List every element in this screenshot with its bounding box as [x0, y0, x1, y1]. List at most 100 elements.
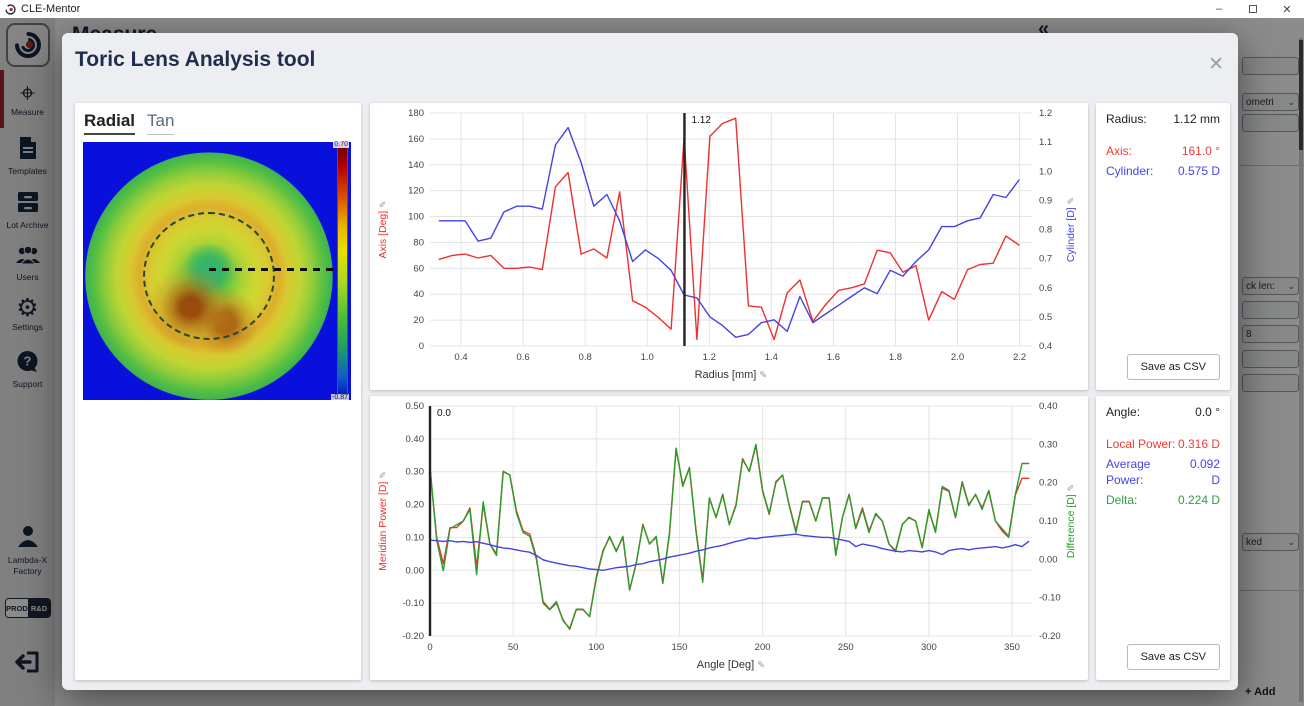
svg-text:40: 40	[413, 289, 424, 300]
svg-text:0.0: 0.0	[437, 408, 451, 419]
axis-label: Axis:	[1106, 143, 1132, 159]
radius-chart-panel: 0204060801001201401601800.40.60.81.01.21…	[370, 103, 1088, 390]
svg-text:1.6: 1.6	[827, 352, 840, 363]
radius-label: Radius:	[1106, 111, 1147, 127]
svg-text:120: 120	[408, 186, 424, 197]
angle-info-panel: Angle: 0.0 ° Local Power: 0.316 D Averag…	[1096, 396, 1230, 680]
average-power-label: Average Power:	[1106, 456, 1182, 488]
svg-text:0.50: 0.50	[406, 401, 425, 412]
colorbar-max-label: 0.70	[333, 141, 349, 148]
restore-button[interactable]	[1236, 0, 1270, 18]
svg-text:1.0: 1.0	[641, 352, 654, 363]
svg-text:-0.10: -0.10	[402, 598, 424, 609]
svg-text:Radius [mm] ✎: Radius [mm] ✎	[695, 369, 768, 381]
save-csv-button-top[interactable]: Save as CSV	[1127, 354, 1220, 380]
axis-cylinder-vs-radius-chart[interactable]: 0204060801001201401601800.40.60.81.01.21…	[370, 103, 1088, 390]
svg-text:1.12: 1.12	[691, 115, 711, 126]
svg-text:0.4: 0.4	[454, 352, 467, 363]
map-tabs: Radial Tan	[84, 111, 174, 135]
svg-text:80: 80	[413, 237, 424, 248]
svg-text:2.0: 2.0	[951, 352, 964, 363]
svg-text:0.6: 0.6	[516, 352, 529, 363]
svg-text:Difference [D] ✎: Difference [D] ✎	[1065, 484, 1077, 558]
svg-text:0.8: 0.8	[579, 352, 592, 363]
svg-text:60: 60	[413, 263, 424, 274]
svg-text:0.40: 0.40	[406, 434, 425, 445]
svg-text:1.2: 1.2	[703, 352, 716, 363]
close-icon[interactable]: ✕	[1208, 57, 1224, 73]
lens-power-heatmap[interactable]: 0.70 -0.87	[83, 142, 351, 400]
angle-label: Angle:	[1106, 404, 1140, 420]
svg-text:1.8: 1.8	[889, 352, 902, 363]
svg-text:150: 150	[672, 642, 688, 653]
svg-text:0.20: 0.20	[1039, 478, 1058, 489]
close-window-button[interactable]: ✕	[1270, 0, 1304, 18]
measurement-circle-overlay	[143, 212, 275, 340]
svg-text:0: 0	[427, 642, 432, 653]
svg-text:1.0: 1.0	[1039, 166, 1052, 177]
svg-text:1.4: 1.4	[765, 352, 778, 363]
svg-text:180: 180	[408, 108, 424, 119]
window-title: CLE-Mentor	[21, 3, 80, 15]
svg-text:0.9: 0.9	[1039, 195, 1052, 206]
restore-icon	[1249, 5, 1257, 13]
svg-text:-0.10: -0.10	[1039, 593, 1061, 604]
svg-text:350: 350	[1004, 642, 1020, 653]
window-titlebar: CLE-Mentor – ✕	[0, 0, 1304, 18]
svg-text:Meridian Power [D] ✎: Meridian Power [D] ✎	[377, 471, 389, 571]
svg-text:100: 100	[408, 212, 424, 223]
svg-text:0.4: 0.4	[1039, 341, 1052, 352]
svg-text:300: 300	[921, 642, 937, 653]
colorbar-min-label: -0.87	[331, 394, 349, 401]
application-window: CLE-Mentor – ✕ ⌖ Measure	[0, 0, 1304, 706]
minimize-button[interactable]: –	[1202, 0, 1236, 18]
svg-text:200: 200	[755, 642, 771, 653]
local-power-value: 0.316 D	[1178, 436, 1220, 452]
window-controls: – ✕	[1202, 0, 1304, 18]
svg-text:0.10: 0.10	[1039, 516, 1058, 527]
svg-text:0.30: 0.30	[406, 467, 425, 478]
svg-text:140: 140	[408, 160, 424, 171]
svg-text:0.8: 0.8	[1039, 225, 1052, 236]
svg-text:0.10: 0.10	[406, 532, 425, 543]
cylinder-label: Cylinder:	[1106, 163, 1153, 179]
save-csv-button-bottom[interactable]: Save as CSV	[1127, 644, 1220, 670]
radius-value: 1.12 mm	[1173, 111, 1220, 127]
dialog-title: Toric Lens Analysis tool	[75, 48, 315, 72]
cylinder-value: 0.575 D	[1178, 163, 1220, 179]
power-vs-angle-chart[interactable]: -0.20-0.100.000.100.200.300.400.50050100…	[370, 396, 1088, 680]
angle-chart-panel: -0.20-0.100.000.100.200.300.400.50050100…	[370, 396, 1088, 680]
svg-text:1.2: 1.2	[1039, 108, 1052, 119]
angle-value: 0.0 °	[1195, 404, 1220, 420]
svg-text:2.2: 2.2	[1013, 352, 1026, 363]
delta-value: 0.224 D	[1178, 492, 1220, 508]
average-power-value: 0.092 D	[1182, 456, 1220, 488]
map-panel: Radial Tan 0.70 -0.87	[75, 103, 361, 680]
svg-text:250: 250	[838, 642, 854, 653]
svg-text:0.00: 0.00	[1039, 554, 1058, 565]
svg-text:0: 0	[419, 341, 424, 352]
svg-text:0.30: 0.30	[1039, 439, 1058, 450]
svg-text:0.7: 0.7	[1039, 254, 1052, 265]
colorbar	[337, 145, 348, 397]
svg-text:-0.20: -0.20	[402, 631, 424, 642]
local-power-label: Local Power:	[1106, 436, 1175, 452]
svg-text:0.00: 0.00	[406, 565, 425, 576]
app-icon	[5, 4, 16, 15]
svg-text:Axis [Deg] ✎: Axis [Deg] ✎	[377, 200, 389, 258]
svg-text:Cylinder [D] ✎: Cylinder [D] ✎	[1065, 197, 1077, 262]
svg-text:160: 160	[408, 134, 424, 145]
svg-text:0.40: 0.40	[1039, 401, 1058, 412]
svg-text:Angle [Deg] ✎: Angle [Deg] ✎	[697, 659, 766, 671]
tab-radial[interactable]: Radial	[84, 111, 135, 135]
svg-text:1.1: 1.1	[1039, 137, 1052, 148]
svg-text:-0.20: -0.20	[1039, 631, 1061, 642]
toric-lens-dialog: Toric Lens Analysis tool ✕ Radial Tan 0.…	[62, 33, 1238, 690]
svg-text:100: 100	[588, 642, 604, 653]
tab-tan[interactable]: Tan	[147, 111, 174, 135]
axis-value: 161.0 °	[1182, 143, 1220, 159]
svg-text:0.6: 0.6	[1039, 283, 1052, 294]
meridian-line-overlay	[209, 268, 340, 271]
svg-text:0.20: 0.20	[406, 500, 425, 511]
delta-label: Delta:	[1106, 492, 1137, 508]
